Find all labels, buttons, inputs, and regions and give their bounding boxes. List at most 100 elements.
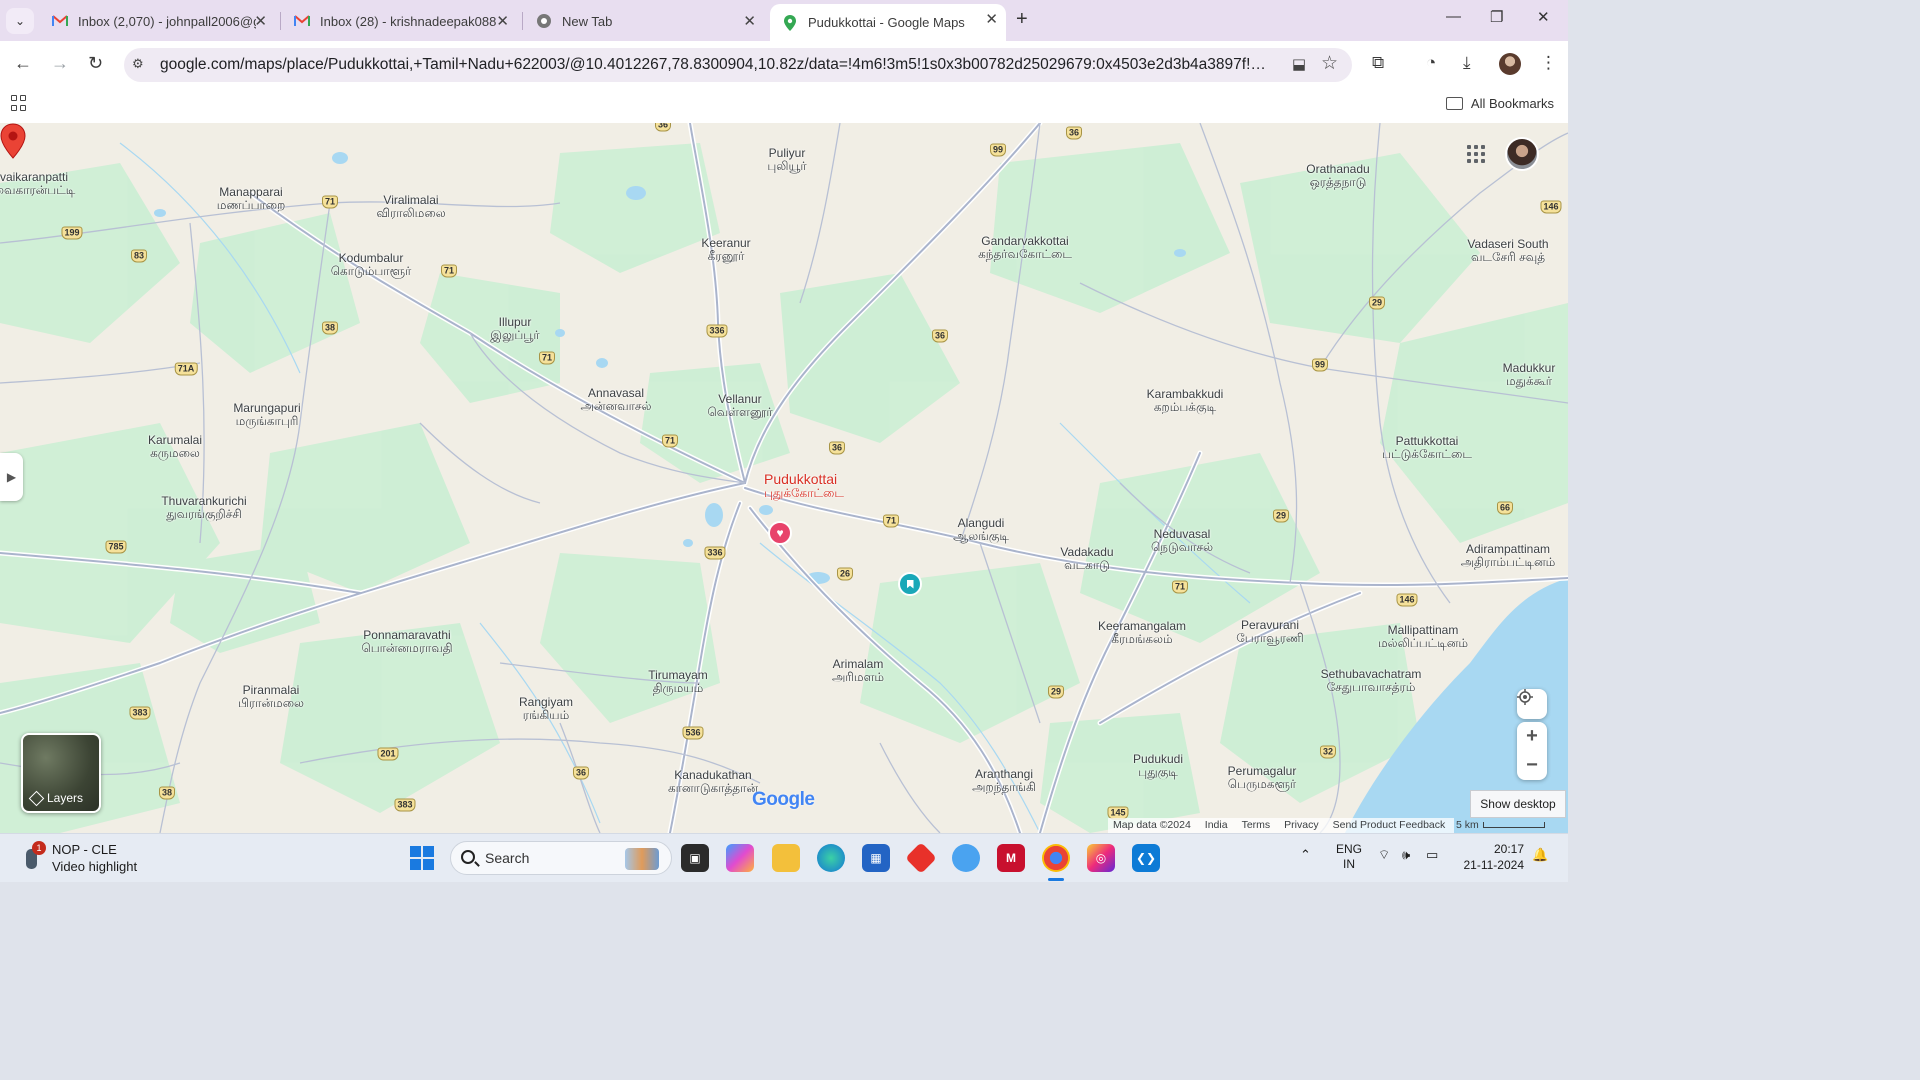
place-label[interactable]: Keeranur கீரனூர் <box>701 237 750 263</box>
place-label[interactable]: Manapparai மணப்பாறை <box>217 186 286 212</box>
place-label[interactable]: Puliyur புலியூர் <box>767 147 806 173</box>
address-bar[interactable]: ⚙ google.com/maps/place/Pudukkottai,+Tam… <box>124 48 1352 82</box>
place-label[interactable]: Neduvasal நெடுவாசல் <box>1151 528 1213 554</box>
language-indicator[interactable]: ENG IN <box>1336 842 1362 872</box>
tab-new-tab[interactable]: New Tab ✕ <box>524 6 764 36</box>
tab-search-button[interactable]: ⌄ <box>6 8 34 34</box>
feedback-link[interactable]: Send Product Feedback <box>1328 818 1455 833</box>
zoom-in-button[interactable]: + <box>1526 722 1538 751</box>
store-icon[interactable]: ▦ <box>862 844 890 872</box>
file-explorer-icon[interactable] <box>772 844 800 872</box>
place-label[interactable]: Alangudi ஆலங்குடி <box>953 517 1009 543</box>
restore-button[interactable]: ❐ <box>1490 8 1503 26</box>
close-icon[interactable]: ✕ <box>254 12 267 30</box>
all-bookmarks-button[interactable]: All Bookmarks <box>1445 96 1554 111</box>
extensions-icon[interactable]: ⧉ <box>1372 53 1384 73</box>
place-label[interactable]: Vadaseri South வடசேரி சவுத் <box>1463 238 1553 264</box>
notification-bell-icon[interactable]: 🔔 <box>1532 847 1548 863</box>
place-label[interactable]: Mallipattinam மல்லிப்பட்டினம் <box>1378 624 1468 650</box>
place-label[interactable]: Orathanadu ஒரத்தநாடு <box>1306 163 1369 189</box>
place-label[interactable]: Illupur இலுப்பூர் <box>490 316 539 342</box>
close-window-button[interactable]: ✕ <box>1537 8 1550 26</box>
privacy-link[interactable]: Privacy <box>1279 818 1327 833</box>
mcafee-icon[interactable]: M <box>997 844 1025 872</box>
expand-panel-button[interactable]: ▶ <box>0 453 23 501</box>
install-app-icon[interactable]: ⬓ <box>1292 55 1306 73</box>
place-label[interactable]: vaikaranpatti வைகாரன்பட்டி <box>0 171 75 197</box>
selected-place-label[interactable]: Pudukkottai புதுக்கோட்டை <box>764 472 844 500</box>
place-label[interactable]: Keeramangalam கீரமங்கலம் <box>1098 620 1186 646</box>
instagram-icon[interactable]: ◎ <box>1087 844 1115 872</box>
copilot-icon[interactable] <box>726 844 754 872</box>
vscode-icon[interactable]: ❮❯ <box>1132 844 1160 872</box>
apps-grid-icon[interactable] <box>11 95 27 111</box>
place-label[interactable]: Pattukkottai பட்டுக்கோட்டை <box>1382 435 1472 461</box>
taskbar-search[interactable]: Search <box>450 841 672 875</box>
volume-icon[interactable]: 🕪 <box>1402 847 1410 863</box>
battery-icon[interactable]: ▭ <box>1426 847 1438 863</box>
place-label[interactable]: Aranthangi அறந்தாங்கி <box>972 768 1036 794</box>
place-label[interactable]: Perumagalur பெருமகளூர் <box>1228 765 1297 791</box>
place-label[interactable]: Peravurani பேராவூரணி <box>1236 619 1304 645</box>
tab-google-maps[interactable]: Pudukkottai - Google Maps ✕ <box>770 4 1006 41</box>
close-icon[interactable]: ✕ <box>743 12 756 30</box>
url-text[interactable]: google.com/maps/place/Pudukkottai,+Tamil… <box>160 56 1274 74</box>
more-menu-icon[interactable]: ⋮ <box>1540 53 1557 73</box>
place-label[interactable]: Rangiyam ரங்கியம் <box>519 696 573 722</box>
place-label[interactable]: Vadakadu வடகாடு <box>1060 546 1113 572</box>
saved-bookmark-icon[interactable] <box>898 572 922 596</box>
profile-avatar[interactable] <box>1499 53 1521 75</box>
zoom-out-button[interactable]: − <box>1526 751 1538 780</box>
place-label[interactable]: Madukkur மதுக்கூர் <box>1503 362 1556 388</box>
tab-gmail-1[interactable]: Inbox (2,070) - johnpall2006@g ✕ <box>40 6 275 36</box>
place-label[interactable]: Ponnamaravathi பொன்னமராவதி <box>361 629 452 655</box>
close-icon[interactable]: ✕ <box>496 12 509 30</box>
google-apps-icon[interactable] <box>1467 145 1485 163</box>
place-label[interactable]: Sethubavachatram சேதுபாவாசத்ரம் <box>1321 668 1422 694</box>
reload-icon[interactable]: ↻ <box>88 53 103 74</box>
place-label[interactable]: Kanadukathan கானாடுகாத்தான் <box>668 769 758 795</box>
place-label[interactable]: Arimalam அரிமளம் <box>832 658 884 684</box>
back-arrow-icon[interactable]: ← <box>14 53 32 74</box>
map-scale[interactable]: 5 km <box>1456 819 1545 831</box>
place-label[interactable]: Karambakkudi கறம்பக்குடி <box>1147 388 1224 414</box>
place-label[interactable]: Vellanur வெள்ளனூர் <box>707 393 772 419</box>
windows-start-icon[interactable] <box>410 846 434 870</box>
region-link[interactable]: India <box>1200 818 1237 833</box>
task-view-icon[interactable]: ▣ <box>681 844 709 872</box>
minimize-button[interactable]: — <box>1446 8 1461 25</box>
chrome-icon[interactable] <box>1042 844 1070 872</box>
place-label[interactable]: Piranmalai பிரான்மலை <box>238 684 304 710</box>
place-label[interactable]: Thuvarankurichi துவரங்குறிச்சி <box>161 495 246 521</box>
place-label[interactable]: Kodumbalur கொடும்பாளூர் <box>331 252 412 278</box>
place-label[interactable]: Annavasal அன்னவாசல் <box>581 387 652 413</box>
system-clock[interactable]: 20:17 21-11-2024 <box>1458 841 1525 873</box>
download-icon[interactable]: ⤓ <box>1463 53 1471 73</box>
place-label[interactable]: Adirampattinam அதிராம்பட்டினம் <box>1461 543 1556 569</box>
forward-arrow-icon[interactable]: → <box>51 53 69 74</box>
terms-link[interactable]: Terms <box>1237 818 1280 833</box>
tab-gmail-2[interactable]: Inbox (28) - krishnadeepak088 ✕ <box>282 6 517 36</box>
wifi-icon[interactable]: ⌔ <box>1378 847 1390 863</box>
saved-heart-icon[interactable]: ♥ <box>768 521 792 545</box>
site-info-icon[interactable]: ⚙ <box>132 56 150 74</box>
my-location-button[interactable] <box>1517 689 1547 719</box>
edge-icon[interactable] <box>817 844 845 872</box>
place-label[interactable]: Viralimalai விராலிமலை <box>376 194 445 220</box>
performance-icon[interactable]: ◔ <box>1426 53 1436 73</box>
chevron-up-icon[interactable]: ⌃ <box>1300 847 1311 863</box>
app-red-diamond-icon[interactable] <box>905 842 937 874</box>
layers-button[interactable]: Layers <box>21 733 101 813</box>
place-label[interactable]: Gandarvakkottai கந்தர்வகோட்டை <box>978 235 1072 261</box>
place-label[interactable]: Marungapuri மருங்காபுரி <box>233 402 300 428</box>
place-label[interactable]: Tirumayam திருமயம் <box>648 669 708 695</box>
new-tab-button[interactable]: + <box>1016 8 1028 31</box>
place-label[interactable]: Pudukudi புதுகுடி <box>1133 753 1183 779</box>
location-pin-icon[interactable] <box>0 123 26 159</box>
account-avatar[interactable] <box>1505 137 1539 171</box>
map-canvas[interactable]: vaikaranpatti வைகாரன்பட்டி Puliyur புலியூர… <box>0 123 1568 833</box>
place-label[interactable]: Karumalai கருமலை <box>148 434 202 460</box>
close-icon[interactable]: ✕ <box>985 10 998 28</box>
bookmark-star-icon[interactable]: ☆ <box>1321 52 1338 75</box>
app-blue-icon[interactable] <box>952 844 980 872</box>
